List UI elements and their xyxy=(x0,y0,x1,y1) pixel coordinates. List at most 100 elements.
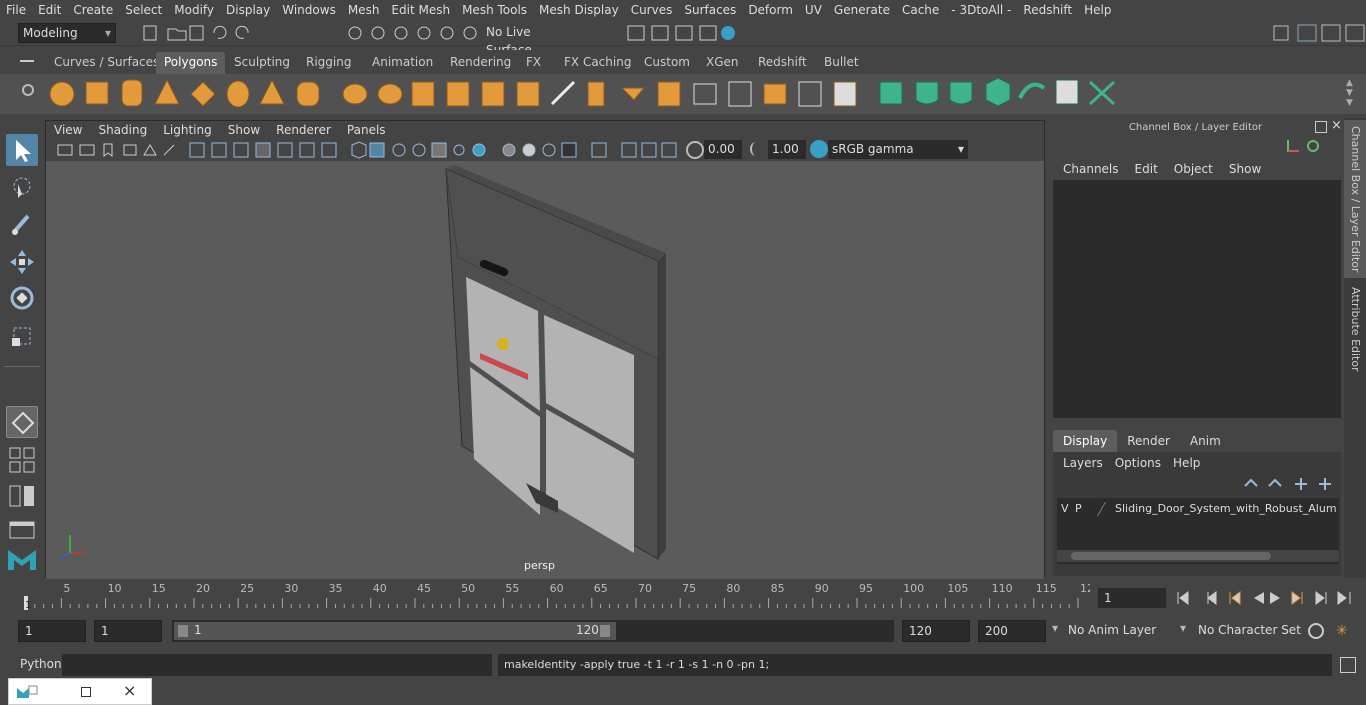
viewport-menu-view[interactable]: View xyxy=(46,123,90,137)
menu-item-help[interactable]: Help xyxy=(1078,0,1117,20)
menu-item-redshift[interactable]: Redshift xyxy=(1017,0,1078,20)
close-window-icon[interactable]: × xyxy=(123,681,136,700)
close-icon[interactable]: × xyxy=(1331,118,1342,133)
resolution-gate-icon[interactable] xyxy=(561,142,577,158)
combine-icon[interactable] xyxy=(342,83,368,105)
two-view-layout-icon[interactable] xyxy=(6,480,38,512)
multisample-icon[interactable] xyxy=(522,143,536,157)
layer-menu-help[interactable]: Help xyxy=(1167,454,1206,472)
layer-scrollbar[interactable] xyxy=(1057,550,1339,562)
field-chart-icon[interactable] xyxy=(621,142,637,158)
isolate-icon[interactable] xyxy=(351,141,367,159)
channelbox-menu-show[interactable]: Show xyxy=(1221,160,1269,178)
xray-active-icon[interactable] xyxy=(412,143,426,157)
menu-item-mesh[interactable]: Mesh xyxy=(342,0,386,20)
step-forward-key-icon[interactable] xyxy=(1291,591,1303,605)
command-input[interactable] xyxy=(62,654,492,676)
manipulator-icon[interactable] xyxy=(1287,140,1299,152)
toggle-sidebar-icon[interactable] xyxy=(1297,24,1317,42)
shelf-tab-polygons[interactable]: Polygons xyxy=(156,52,226,74)
poly-cube-icon[interactable] xyxy=(85,81,109,105)
uv-planar-icon[interactable] xyxy=(879,81,903,105)
shelf-tab-custom[interactable]: Custom xyxy=(636,52,698,74)
render-view-icon[interactable] xyxy=(627,25,645,41)
mode-selector[interactable]: Modeling ▾ xyxy=(18,23,116,43)
multi-cut-icon[interactable] xyxy=(550,80,576,106)
lasso-tool-icon[interactable] xyxy=(6,172,38,204)
poly-cylinder-icon[interactable] xyxy=(121,79,143,107)
safe-action-icon[interactable] xyxy=(641,142,657,158)
ambient-occlusion-icon[interactable] xyxy=(472,143,486,157)
menu-item-display[interactable]: Display xyxy=(220,0,276,20)
freeze-transform-icon[interactable] xyxy=(833,81,857,107)
extrude-icon[interactable] xyxy=(481,81,505,107)
move-layer-up-icon[interactable] xyxy=(1244,478,1258,487)
default-light-icon[interactable] xyxy=(255,142,271,158)
anim-end-field[interactable]: 200 xyxy=(978,620,1046,642)
snap-grid-icon[interactable] xyxy=(348,26,362,40)
menu-item-uv[interactable]: UV xyxy=(799,0,828,20)
target-weld-icon[interactable] xyxy=(587,81,605,107)
gamma-field[interactable]: 1.00 xyxy=(768,140,806,159)
paint-select-tool-icon[interactable] xyxy=(6,208,38,240)
color-management-icon[interactable] xyxy=(810,140,828,158)
shelf-tab-sculpting[interactable]: Sculpting xyxy=(226,52,298,74)
bookmark-icon[interactable] xyxy=(103,143,113,157)
range-slider[interactable]: 1 120 xyxy=(172,620,894,642)
snap-live-icon[interactable] xyxy=(463,26,477,40)
four-view-layout-icon[interactable] xyxy=(6,444,38,476)
render-frame-icon[interactable] xyxy=(651,25,669,41)
shade-wire-icon[interactable] xyxy=(233,142,249,158)
channelbox-menu-edit[interactable]: Edit xyxy=(1127,160,1166,178)
grid-icon[interactable] xyxy=(143,144,157,156)
door-model[interactable] xyxy=(46,161,1044,579)
toggle-channelbox-icon[interactable] xyxy=(1321,24,1341,42)
new-layer-icon[interactable] xyxy=(1295,478,1307,490)
live-surface-field[interactable]: No Live Surface xyxy=(482,23,582,57)
image-plane-icon[interactable] xyxy=(123,144,137,156)
channel-list[interactable] xyxy=(1053,180,1341,418)
snap-view-icon[interactable] xyxy=(417,26,431,40)
shelf-settings-icon[interactable] xyxy=(22,84,34,96)
render-settings-icon[interactable] xyxy=(699,25,717,41)
layer-menu-options[interactable]: Options xyxy=(1109,454,1167,472)
smooth-icon[interactable] xyxy=(446,81,470,107)
uv-checker-icon[interactable] xyxy=(1055,79,1079,105)
face-normals-icon[interactable] xyxy=(763,83,787,105)
poly-cone-icon[interactable] xyxy=(154,78,180,105)
bevel-icon[interactable] xyxy=(657,81,681,107)
layer-menu-layers[interactable]: Layers xyxy=(1057,454,1109,472)
menu-item-deform[interactable]: Deform xyxy=(742,0,799,20)
step-forward-frame-icon[interactable] xyxy=(1315,591,1327,605)
menu-item-generate[interactable]: Generate xyxy=(828,0,896,20)
tab-render[interactable]: Render xyxy=(1117,430,1180,452)
motion-blur-icon[interactable] xyxy=(502,143,516,157)
center-pivot-icon[interactable] xyxy=(798,81,822,107)
go-to-end-icon[interactable] xyxy=(1337,591,1351,605)
move-layer-down-icon[interactable] xyxy=(1268,478,1282,487)
shelf-tab-fx[interactable]: FX xyxy=(518,52,549,74)
shelf-tab-rendering[interactable]: Rendering xyxy=(442,52,519,74)
end-time-field[interactable]: 120 xyxy=(902,620,970,642)
ipr-render-icon[interactable] xyxy=(675,25,693,41)
hypershade-icon[interactable] xyxy=(721,26,735,40)
exposure-field[interactable]: 0.00 xyxy=(704,140,742,159)
poly-sphere-icon[interactable] xyxy=(49,81,75,107)
xray-joints-icon[interactable] xyxy=(392,143,406,157)
depth-of-field-icon[interactable] xyxy=(542,143,556,157)
viewport-3d-view[interactable]: persp xyxy=(46,161,1044,579)
tab-anim[interactable]: Anim xyxy=(1179,430,1231,452)
menu-item-mesh-tools[interactable]: Mesh Tools xyxy=(456,0,533,20)
poly-plane-icon[interactable] xyxy=(190,81,216,107)
shelf-tab-bullet[interactable]: Bullet xyxy=(816,52,867,74)
anim-layer-select[interactable]: No Anim Layer xyxy=(1068,623,1156,637)
layer-playback-toggle[interactable]: P xyxy=(1075,502,1082,515)
preferences-icon[interactable]: ✳ xyxy=(1336,623,1352,639)
shelf-tab-xgen[interactable]: XGen xyxy=(698,52,747,74)
go-to-start-icon[interactable] xyxy=(1177,591,1189,605)
float-panel-icon[interactable] xyxy=(1315,121,1327,133)
hq-lighting-icon[interactable] xyxy=(453,144,465,156)
merge-icon[interactable] xyxy=(620,87,646,101)
play-backward-icon[interactable] xyxy=(1254,592,1264,604)
layer-visibility-toggle[interactable]: V xyxy=(1061,502,1069,515)
